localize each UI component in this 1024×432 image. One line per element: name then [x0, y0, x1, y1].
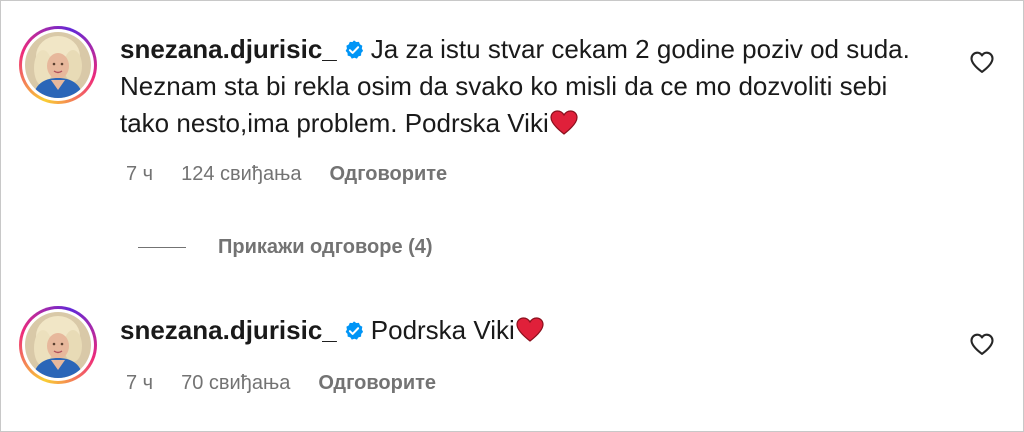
red-heart-emoji [550, 110, 578, 135]
view-replies-label: Прикажи одговоре (4) [218, 235, 433, 258]
comment-time[interactable]: 7 ч [126, 372, 153, 395]
verified-badge-icon [345, 321, 363, 340]
verified-badge-icon [345, 40, 363, 59]
avatar[interactable] [19, 306, 97, 384]
comment-meta: 7 ч 124 свиђања Одговорите [126, 163, 447, 186]
reply-button[interactable]: Одговорите [318, 372, 436, 395]
avatar-photo [25, 32, 91, 98]
comment-likes[interactable]: 70 свиђања [181, 372, 290, 395]
comment-username[interactable]: snezana.djurisic_ [120, 34, 337, 64]
comment-body: snezana.djurisic_ Ja za istu stvar cekam… [120, 31, 920, 142]
comment-body: snezana.djurisic_ Podrska Viki [120, 312, 920, 349]
comment-text: Podrska Viki [370, 315, 515, 345]
comment-likes[interactable]: 124 свиђања [181, 163, 301, 186]
comment-meta: 7 ч 70 свиђања Одговорите [126, 372, 436, 395]
red-heart-emoji [516, 317, 544, 342]
replies-divider-line [138, 246, 186, 248]
heart-outline-icon[interactable] [967, 48, 997, 76]
comment-time[interactable]: 7 ч [126, 163, 153, 186]
reply-button[interactable]: Одговорите [329, 163, 447, 186]
comment: snezana.djurisic_ Ja za istu stvar cekam… [0, 0, 1024, 200]
heart-outline-icon[interactable] [967, 330, 997, 358]
comment-username[interactable]: snezana.djurisic_ [120, 315, 337, 345]
avatar[interactable] [19, 26, 97, 104]
avatar-photo [25, 312, 91, 378]
view-replies-button[interactable]: Прикажи одговоре (4) [138, 232, 433, 262]
comment: snezana.djurisic_ Podrska Viki 7 ч 70 сви… [0, 290, 1024, 410]
